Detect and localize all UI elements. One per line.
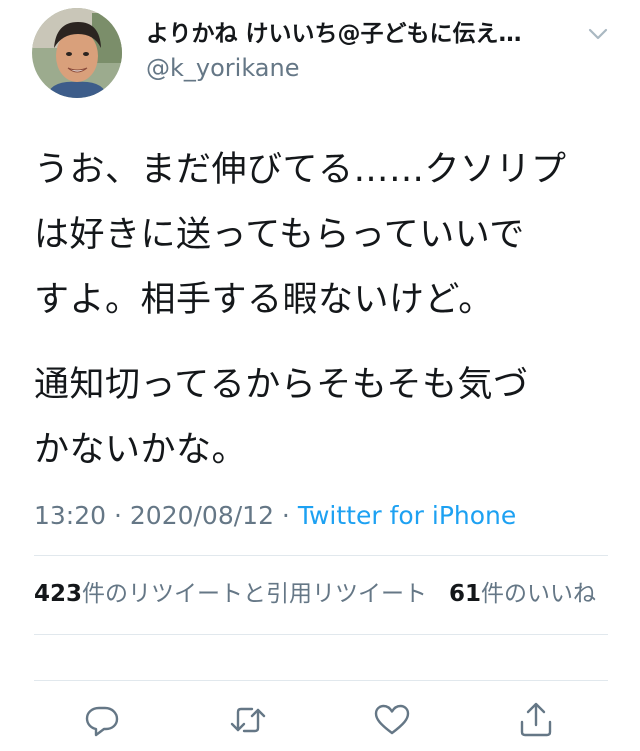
tweet-paragraph: うお、まだ伸びてる……クソリプ は好きに送ってもらっていいで すよ。相手する暇な…	[34, 150, 567, 320]
retweet-label: 件のリツイートと引用リツイート	[82, 581, 428, 607]
avatar[interactable]	[32, 8, 122, 98]
divider	[34, 555, 608, 556]
tweet-date: 2020/08/12	[129, 501, 274, 530]
heart-icon[interactable]	[372, 700, 416, 744]
retweet-count: 423	[34, 581, 83, 607]
tweet-meta: 13:20 · 2020/08/12 · Twitter for iPhone	[34, 500, 516, 532]
like-count: 61	[449, 581, 482, 607]
tweet-source-link[interactable]: Twitter for iPhone	[298, 501, 516, 530]
chevron-down-icon[interactable]	[586, 22, 610, 46]
tweet-text: うお、まだ伸びてる……クソリプ は好きに送ってもらっていいで すよ。相手する暇な…	[34, 138, 614, 483]
like-label: 件のいいね	[481, 581, 597, 607]
reply-icon[interactable]	[82, 700, 126, 744]
retweet-stat[interactable]: 423件のリツイートと引用リツイート	[34, 581, 427, 607]
retweet-icon[interactable]	[228, 700, 272, 744]
divider	[34, 680, 608, 681]
divider	[34, 634, 608, 635]
tweet-paragraph: 通知切ってるからそもそも気づ かないかな。	[34, 365, 529, 470]
user-handle[interactable]: @k_yorikane	[146, 52, 299, 84]
display-name[interactable]: よりかね けいいち@子どもに伝え…	[146, 18, 556, 50]
like-stat[interactable]: 61件のいいね	[449, 581, 596, 607]
meta-separator: ·	[273, 501, 298, 530]
tweet-actions	[0, 700, 640, 744]
share-icon[interactable]	[516, 700, 560, 744]
meta-separator: ·	[106, 501, 130, 530]
tweet-time: 13:20	[34, 501, 107, 530]
avatar-image	[32, 8, 122, 98]
tweet-stats: 423件のリツイートと引用リツイート 61件のいいね	[34, 578, 596, 610]
